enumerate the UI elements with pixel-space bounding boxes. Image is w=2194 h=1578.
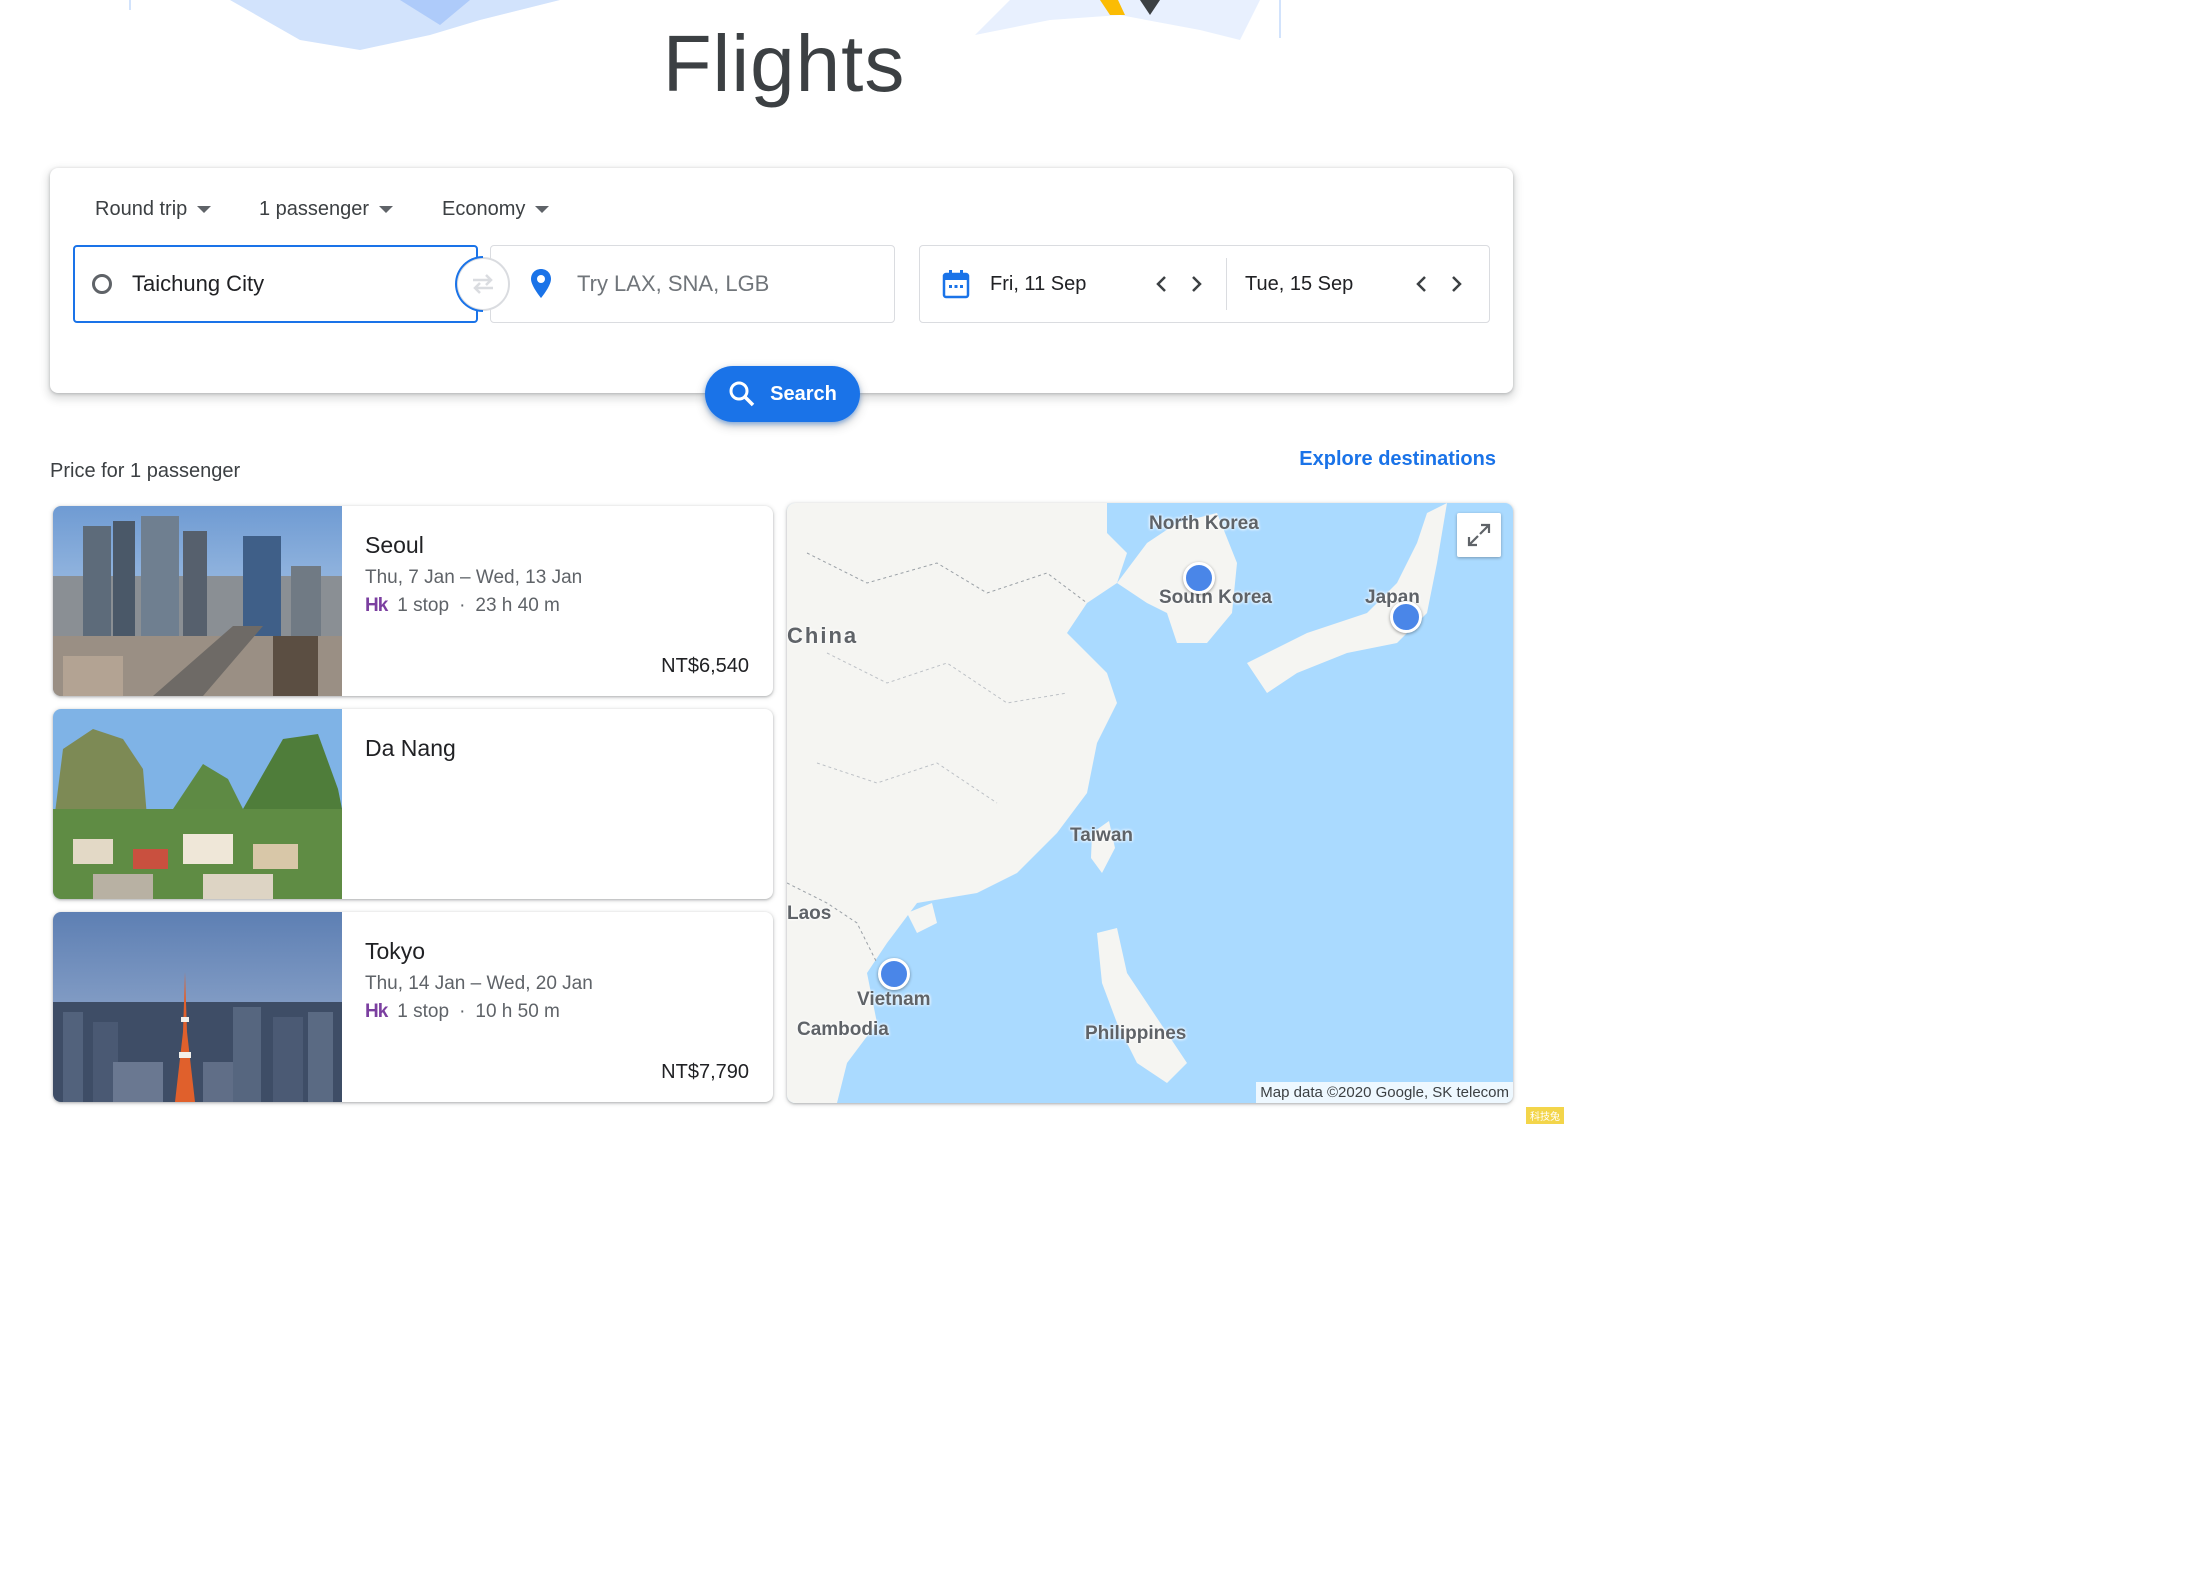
map-label-vietnam: Vietnam xyxy=(857,989,931,1010)
search-button[interactable]: Search xyxy=(705,366,860,422)
map-label-cambodia: Cambodia xyxy=(797,1019,889,1040)
origin-circle-icon xyxy=(92,274,112,294)
page-title: Flights xyxy=(662,19,906,108)
fullscreen-icon xyxy=(1467,523,1491,547)
caret-down-icon xyxy=(197,206,212,213)
map-pin-tokyo[interactable] xyxy=(1390,601,1422,633)
expand-map-button[interactable] xyxy=(1457,513,1501,557)
return-date-field[interactable]: Tue, 15 Sep xyxy=(1227,246,1487,322)
return-prev-day-button[interactable] xyxy=(1405,267,1439,301)
map-pin-seoul[interactable] xyxy=(1183,562,1215,594)
search-button-label: Search xyxy=(770,382,837,405)
destination-city: Da Nang xyxy=(365,735,456,761)
swap-origin-destination-button[interactable] xyxy=(455,256,510,312)
airline-logo-icon: Hk xyxy=(365,1001,388,1022)
destination-city: Tokyo xyxy=(365,938,426,964)
stops-count: 1 stop xyxy=(397,595,450,616)
date-range-picker: Fri, 11 Sep Tue, 15 Sep xyxy=(919,245,1490,323)
map-label-north-korea: North Korea xyxy=(1149,513,1259,534)
map-label-china: China xyxy=(787,623,859,648)
depart-prev-day-button[interactable] xyxy=(1145,267,1179,301)
watermark-badge: 科技兔 xyxy=(1526,1107,1564,1124)
price-note: Price for 1 passenger xyxy=(50,460,241,482)
passengers-label: 1 passenger xyxy=(259,198,370,220)
tokyo-photo xyxy=(53,912,342,1102)
destination-city: Seoul xyxy=(365,532,424,558)
cabin-class-dropdown[interactable]: Economy xyxy=(442,198,550,221)
map-pin-da-nang[interactable] xyxy=(878,958,910,990)
flight-duration: 23 h 40 m xyxy=(475,595,560,616)
trip-type-dropdown[interactable]: Round trip xyxy=(95,198,212,221)
flight-search-card: Round trip 1 passenger Economy Taichung … xyxy=(50,168,1513,393)
map-label-philippines: Philippines xyxy=(1085,1023,1187,1044)
return-date-value: Tue, 15 Sep xyxy=(1245,272,1354,295)
origin-input[interactable]: Taichung City xyxy=(73,245,478,323)
cabin-class-label: Economy xyxy=(442,198,526,220)
depart-date-field[interactable]: Fri, 11 Sep xyxy=(920,246,1226,322)
map-label-taiwan: Taiwan xyxy=(1070,825,1133,846)
chevron-right-icon xyxy=(1192,276,1202,292)
destination-card-tokyo[interactable]: Tokyo Thu, 14 Jan – Wed, 20 Jan Hk 1 sto… xyxy=(53,912,773,1102)
flight-price: NT$7,790 xyxy=(661,1061,749,1083)
destination-placeholder: Try LAX, SNA, LGB xyxy=(577,271,770,296)
return-next-day-button[interactable] xyxy=(1439,267,1473,301)
chevron-left-icon xyxy=(1156,276,1166,292)
flight-price: NT$6,540 xyxy=(661,655,749,677)
destinations-map[interactable]: North Korea South Korea Japan China Taiw… xyxy=(787,503,1513,1103)
search-icon xyxy=(729,381,755,407)
calendar-icon xyxy=(942,270,970,299)
swap-arrows-icon xyxy=(473,274,493,294)
depart-date-value: Fri, 11 Sep xyxy=(990,272,1087,295)
caret-down-icon xyxy=(535,206,550,213)
destination-card-seoul[interactable]: Seoul Thu, 7 Jan – Wed, 13 Jan Hk 1 stop… xyxy=(53,506,773,696)
map-attribution: Map data ©2020 Google, SK telecom xyxy=(1256,1082,1513,1103)
depart-next-day-button[interactable] xyxy=(1179,267,1213,301)
origin-value: Taichung City xyxy=(132,271,265,296)
travel-dates: Thu, 14 Jan – Wed, 20 Jan xyxy=(365,973,593,994)
flight-duration: 10 h 50 m xyxy=(475,1001,560,1022)
passengers-dropdown[interactable]: 1 passenger xyxy=(259,198,394,221)
seoul-photo xyxy=(53,506,342,696)
map-label-laos: Laos xyxy=(787,903,832,924)
destination-card-da-nang[interactable]: Da Nang xyxy=(53,709,773,899)
airline-logo-icon: Hk xyxy=(365,595,388,616)
map-label-south-korea: South Korea xyxy=(1159,587,1272,608)
chevron-right-icon xyxy=(1452,276,1462,292)
chevron-left-icon xyxy=(1416,276,1426,292)
stops-count: 1 stop xyxy=(397,1001,450,1022)
da-nang-photo xyxy=(53,709,342,899)
flight-info: Hk 1 stop · 23 h 40 m xyxy=(365,595,560,617)
trip-type-label: Round trip xyxy=(95,198,188,220)
destination-input[interactable]: Try LAX, SNA, LGB xyxy=(490,245,895,323)
flight-info: Hk 1 stop · 10 h 50 m xyxy=(365,1001,560,1023)
travel-dates: Thu, 7 Jan – Wed, 13 Jan xyxy=(365,567,583,588)
info-separator: · xyxy=(459,595,466,616)
location-pin-icon xyxy=(531,269,551,298)
caret-down-icon xyxy=(379,206,394,213)
info-separator: · xyxy=(459,1001,466,1022)
explore-destinations-link[interactable]: Explore destinations xyxy=(1299,448,1496,471)
